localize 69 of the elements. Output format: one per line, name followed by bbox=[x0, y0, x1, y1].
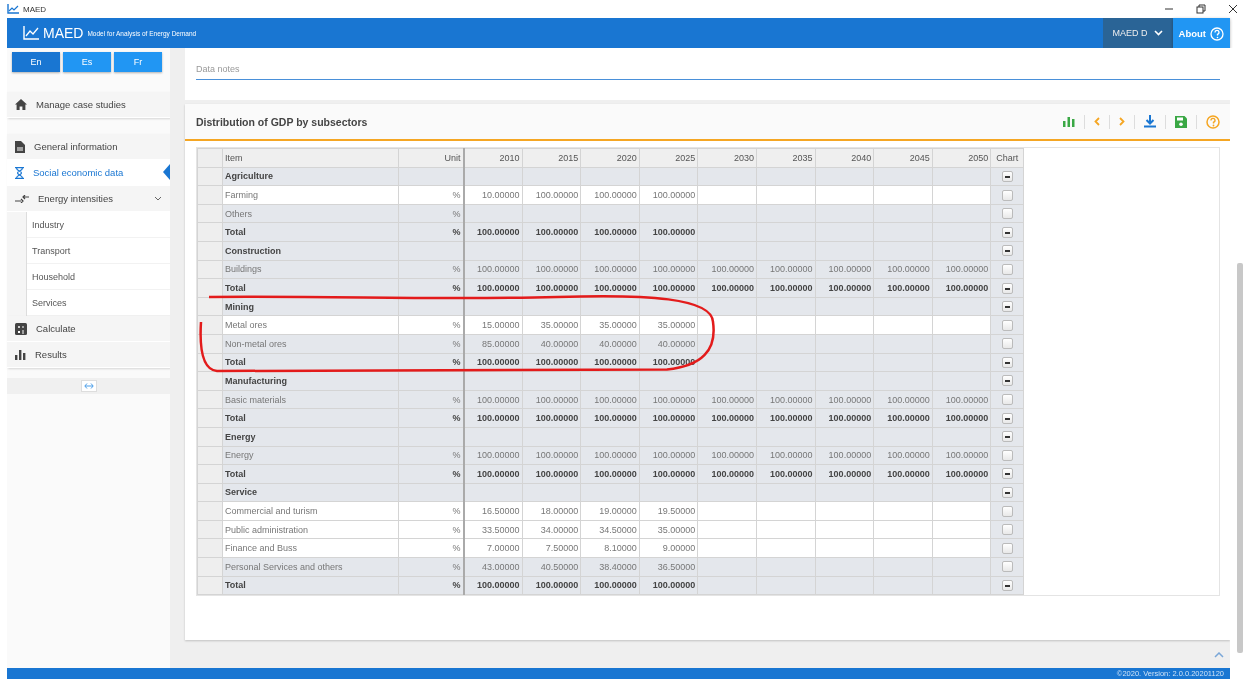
data-notes-field[interactable]: Data notes bbox=[185, 48, 1230, 100]
checkbox[interactable] bbox=[1001, 394, 1013, 406]
checkbox[interactable] bbox=[1001, 208, 1013, 220]
download-icon[interactable] bbox=[1144, 115, 1156, 128]
checkbox[interactable] bbox=[1001, 245, 1013, 257]
checkbox[interactable] bbox=[1001, 170, 1013, 182]
bar-chart-icon bbox=[15, 349, 26, 360]
about-button[interactable]: About bbox=[1172, 18, 1230, 49]
column-header: 2020 bbox=[580, 148, 640, 168]
app-logo: MAED bbox=[43, 25, 84, 41]
checkbox[interactable] bbox=[1001, 356, 1013, 368]
language-button[interactable]: Es bbox=[63, 52, 111, 72]
chevron-down-icon bbox=[1153, 30, 1163, 36]
column-header: 2025 bbox=[639, 148, 698, 168]
checkbox[interactable] bbox=[1001, 542, 1013, 554]
column-header: 2040 bbox=[815, 148, 874, 168]
checkbox[interactable] bbox=[1001, 487, 1013, 499]
column-header: 2035 bbox=[756, 148, 816, 168]
checkbox[interactable] bbox=[1001, 412, 1013, 424]
checkbox[interactable] bbox=[1001, 263, 1013, 275]
collapse-button[interactable] bbox=[80, 380, 97, 392]
checkbox[interactable] bbox=[1001, 468, 1013, 480]
help-icon[interactable] bbox=[1206, 114, 1220, 129]
chart-line-icon bbox=[7, 4, 19, 14]
case-menu-button[interactable]: MAED D bbox=[1102, 18, 1173, 48]
checkbox[interactable] bbox=[1001, 282, 1013, 294]
chevron-left-icon[interactable] bbox=[1094, 117, 1100, 126]
chevron-down-icon[interactable] bbox=[154, 196, 162, 201]
column-header: 2050 bbox=[932, 148, 991, 168]
checkbox[interactable] bbox=[1001, 580, 1013, 591]
column-header: 2045 bbox=[873, 148, 933, 168]
checkbox[interactable] bbox=[1001, 338, 1013, 350]
restore-icon[interactable] bbox=[1196, 4, 1206, 14]
language-button[interactable]: Fr bbox=[114, 52, 162, 72]
language-button[interactable]: En bbox=[12, 52, 60, 72]
column-header: 2010 bbox=[463, 148, 523, 168]
checkbox[interactable] bbox=[1001, 505, 1013, 517]
column-header: Unit bbox=[398, 148, 464, 168]
column-header: 2030 bbox=[697, 148, 757, 168]
checkbox[interactable] bbox=[1001, 431, 1013, 443]
checkbox[interactable] bbox=[1001, 449, 1013, 461]
checkbox[interactable] bbox=[1001, 226, 1013, 238]
home-icon bbox=[15, 99, 27, 110]
chevron-right-icon[interactable] bbox=[1119, 117, 1125, 126]
document-icon bbox=[15, 140, 25, 153]
save-icon[interactable] bbox=[1175, 115, 1187, 128]
column-header: Item bbox=[222, 148, 399, 168]
bar-chart-icon[interactable] bbox=[1063, 116, 1075, 127]
sidebar-item[interactable]: Social economic data bbox=[7, 160, 170, 186]
chevron-up-icon[interactable] bbox=[1214, 652, 1224, 658]
column-header: 2015 bbox=[522, 148, 581, 168]
checkbox[interactable] bbox=[1001, 375, 1013, 387]
checkbox[interactable] bbox=[1001, 561, 1013, 573]
arrows-icon bbox=[15, 194, 29, 203]
checkbox[interactable] bbox=[1001, 319, 1013, 331]
checkbox[interactable] bbox=[1001, 301, 1013, 313]
column-header: Chart bbox=[990, 148, 1024, 168]
close-icon[interactable] bbox=[1228, 4, 1238, 14]
resize-icon bbox=[83, 383, 94, 389]
calculator-icon bbox=[15, 322, 27, 335]
hourglass-icon bbox=[15, 166, 24, 179]
scrollbar-thumb[interactable] bbox=[1237, 263, 1243, 653]
checkbox[interactable] bbox=[1001, 524, 1013, 536]
sidebar-item[interactable]: Manage case studies bbox=[7, 92, 170, 118]
window-title: MAED bbox=[23, 4, 47, 14]
table-title: Distribution of GDP by subsectors bbox=[196, 115, 368, 128]
help-icon bbox=[1210, 26, 1224, 41]
checkbox[interactable] bbox=[1001, 189, 1013, 201]
chart-line-icon bbox=[23, 26, 39, 40]
